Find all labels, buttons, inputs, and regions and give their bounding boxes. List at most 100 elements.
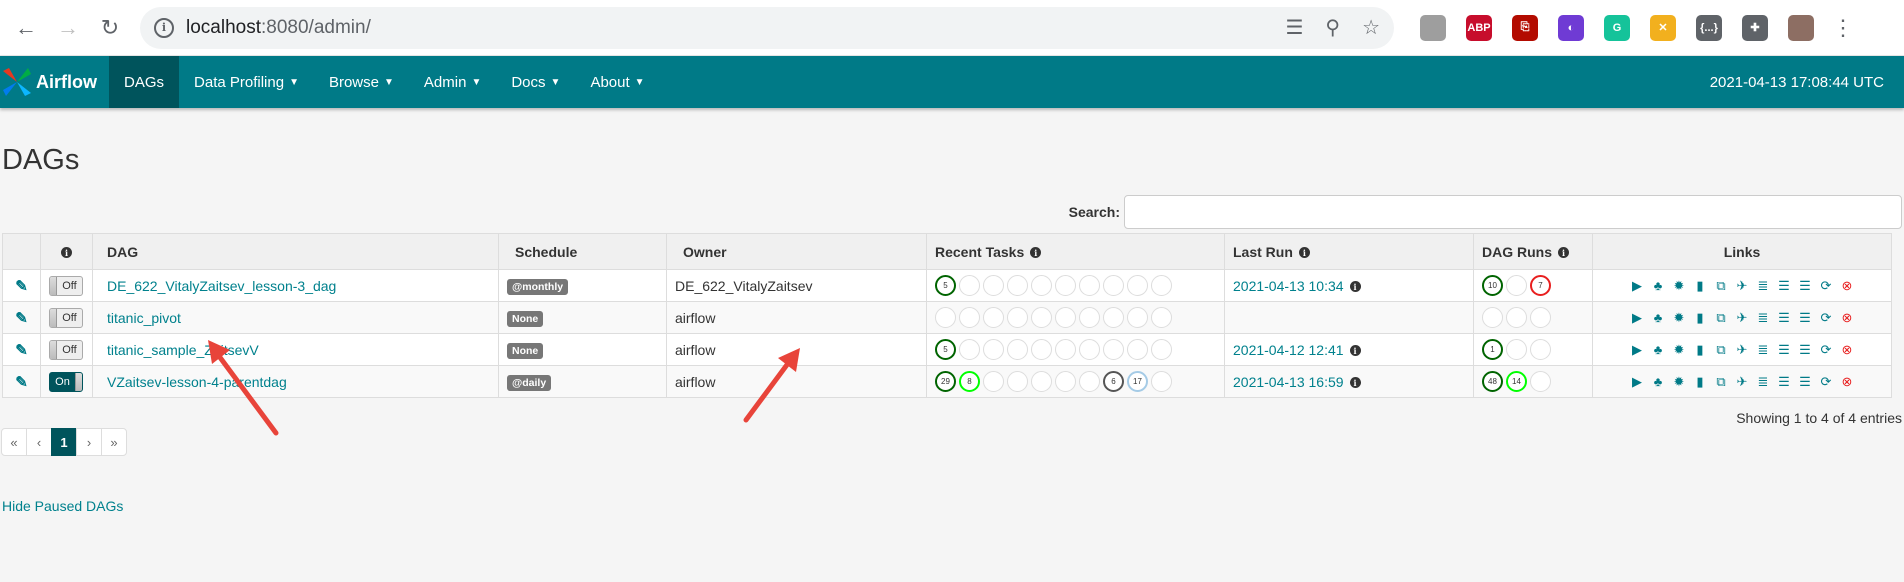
info-icon[interactable]: i [1349,345,1361,357]
task-duration-icon[interactable]: ▮ [1694,342,1707,358]
last-run-link[interactable]: 2021-04-13 16:59 [1233,374,1344,390]
task-state-circle[interactable] [959,339,980,360]
info-icon[interactable]: i [1349,377,1361,389]
landing-times-icon[interactable]: ✈ [1736,374,1749,390]
task-state-circle[interactable] [1055,307,1076,328]
nav-admin[interactable]: Admin ▼ [409,56,496,108]
landing-times-icon[interactable]: ✈ [1736,310,1749,326]
landing-times-icon[interactable]: ✈ [1736,278,1749,294]
dag-pause-toggle[interactable]: On [49,371,83,392]
task-state-circle[interactable] [1151,339,1172,360]
run-state-circle-success[interactable]: 48 [1482,371,1503,392]
pdf-icon[interactable]: ⎘ [1512,14,1538,41]
schedule-badge[interactable]: @daily [507,374,552,391]
logs-icon[interactable]: ☰ [1799,278,1812,294]
edit-icon[interactable]: ✎ [15,278,28,295]
col-owner[interactable]: Owner [666,233,927,270]
task-state-circle[interactable] [1007,339,1028,360]
trigger-dag-icon[interactable]: ▶ [1631,310,1644,326]
trigger-dag-icon[interactable]: ▶ [1631,374,1644,390]
page-button[interactable]: 1 [51,428,77,456]
task-state-circle[interactable] [935,307,956,328]
col-dag[interactable]: DAG [92,233,499,270]
adblock-plus-icon[interactable]: ABP [1466,14,1492,41]
task-tries-icon[interactable]: ⧉ [1715,310,1728,326]
task-state-circle[interactable] [983,275,1004,296]
code-icon[interactable]: ☰ [1778,310,1791,326]
browser-menu-icon[interactable]: ⋮ [1832,15,1854,41]
gantt-icon[interactable]: ≣ [1757,374,1770,390]
task-state-circle[interactable] [1151,275,1172,296]
task-state-circle[interactable] [1127,275,1148,296]
schedule-badge[interactable]: None [507,310,544,327]
run-state-circle-success[interactable]: 1 [1482,339,1503,360]
tree-view-icon[interactable]: ♣ [1652,374,1665,390]
extension-x-icon[interactable]: ✕ [1650,14,1676,41]
page-button[interactable]: » [101,428,127,456]
delete-icon[interactable]: ⊗ [1841,278,1854,294]
task-state-circle[interactable] [1031,307,1052,328]
nav-dags[interactable]: DAGs [109,56,180,108]
last-run-link[interactable]: 2021-04-13 10:34 [1233,278,1344,294]
run-state-circle[interactable] [1530,307,1551,328]
refresh-icon[interactable]: ⟳ [1820,342,1833,358]
task-state-circle[interactable] [983,339,1004,360]
task-state-circle[interactable] [1079,339,1100,360]
schedule-badge[interactable]: None [507,342,544,359]
refresh-icon[interactable]: ⟳ [1820,374,1833,390]
landing-times-icon[interactable]: ✈ [1736,342,1749,358]
code-icon[interactable]: ☰ [1778,278,1791,294]
task-state-circle[interactable] [1007,371,1028,392]
delete-icon[interactable]: ⊗ [1841,310,1854,326]
profile-photo-ext-icon[interactable] [1420,14,1446,41]
dag-link[interactable]: titanic_sample_ZaitsevV [107,342,259,358]
forward-arrow-icon[interactable]: → [50,10,86,46]
nav-data-profiling[interactable]: Data Profiling ▼ [179,56,314,108]
task-state-circle[interactable] [1055,371,1076,392]
task-state-circle[interactable] [1031,371,1052,392]
task-state-circle[interactable] [1127,339,1148,360]
code-icon[interactable]: ☰ [1778,374,1791,390]
nav-about[interactable]: About ▼ [575,56,659,108]
dag-link[interactable]: VZaitsev-lesson-4-parentdag [107,374,287,390]
page-button[interactable]: « [1,428,27,456]
run-state-circle-running[interactable]: 14 [1506,371,1527,392]
logs-icon[interactable]: ☰ [1799,342,1812,358]
graph-view-icon[interactable]: ✹ [1673,374,1686,390]
zoom-out-icon[interactable]: ⚲ [1325,15,1340,40]
task-state-circle-running[interactable]: 8 [959,371,980,392]
task-state-circle[interactable] [983,307,1004,328]
task-tries-icon[interactable]: ⧉ [1715,374,1728,390]
airflow-brand[interactable]: Airflow [0,56,109,108]
extension-purple-icon[interactable]: ◐ [1558,14,1584,41]
task-state-circle-skipped[interactable]: 6 [1103,371,1124,392]
task-state-circle[interactable] [1031,275,1052,296]
task-state-circle[interactable] [1007,275,1028,296]
trigger-dag-icon[interactable]: ▶ [1631,278,1644,294]
user-avatar-icon[interactable] [1788,14,1814,41]
refresh-icon[interactable]: ⟳ [1820,310,1833,326]
star-icon[interactable]: ☆ [1362,15,1380,40]
dag-pause-toggle[interactable]: Off [49,275,83,296]
task-state-circle[interactable] [1055,339,1076,360]
gantt-icon[interactable]: ≣ [1757,278,1770,294]
graph-view-icon[interactable]: ✹ [1673,310,1686,326]
site-info-icon[interactable]: i [154,17,174,38]
task-state-circle[interactable] [1031,339,1052,360]
graph-view-icon[interactable]: ✹ [1673,342,1686,358]
dag-link[interactable]: titanic_pivot [107,310,181,326]
delete-icon[interactable]: ⊗ [1841,342,1854,358]
refresh-icon[interactable]: ⟳ [1820,278,1833,294]
trigger-dag-icon[interactable]: ▶ [1631,342,1644,358]
edit-icon[interactable]: ✎ [15,374,28,391]
task-duration-icon[interactable]: ▮ [1694,310,1707,326]
run-state-circle[interactable] [1530,339,1551,360]
tree-view-icon[interactable]: ♣ [1652,278,1665,294]
task-state-circle[interactable] [1007,307,1028,328]
task-state-circle[interactable] [959,275,980,296]
run-state-circle[interactable] [1506,339,1527,360]
page-button[interactable]: ‹ [26,428,52,456]
run-state-circle-failed[interactable]: 7 [1530,275,1551,296]
tree-view-icon[interactable]: ♣ [1652,310,1665,326]
code-icon[interactable]: ☰ [1778,342,1791,358]
